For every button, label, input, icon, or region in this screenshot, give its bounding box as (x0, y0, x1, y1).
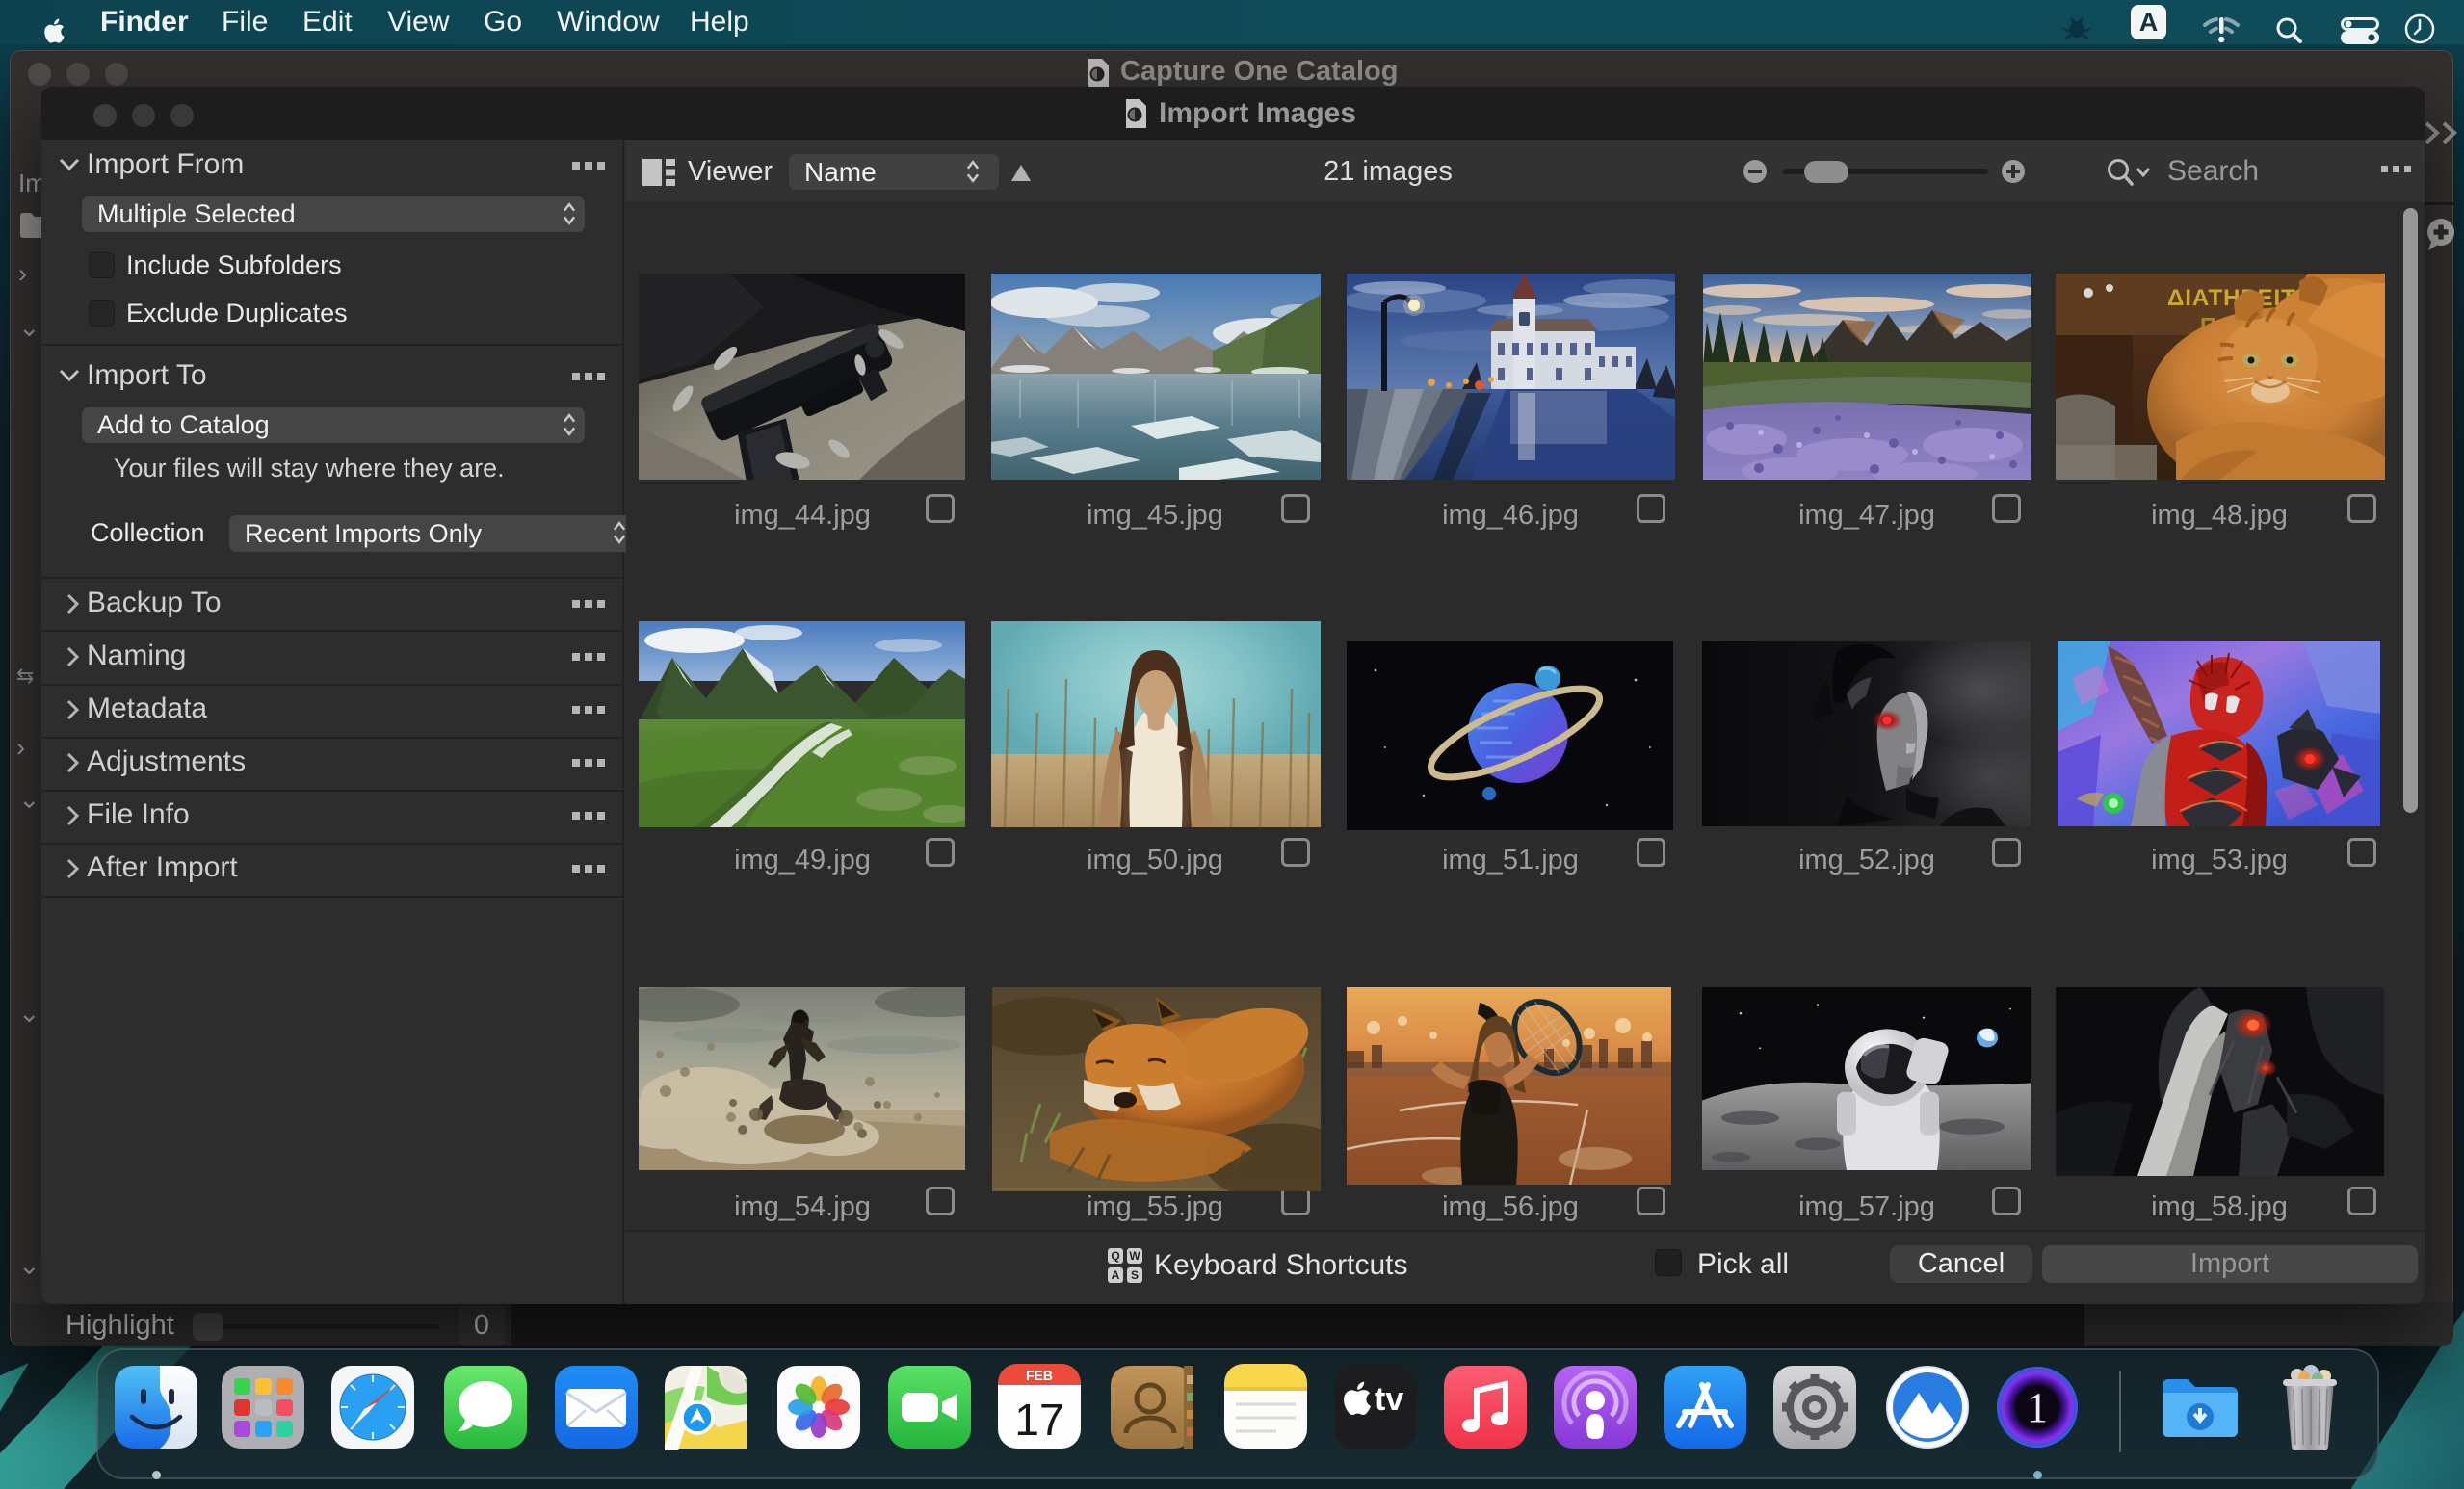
svg-text:W: W (1129, 1249, 1140, 1263)
svg-text:Q: Q (1111, 1249, 1119, 1263)
svg-text:tv: tv (1375, 1381, 1403, 1418)
svg-text:17: 17 (1014, 1395, 1063, 1445)
svg-text:S: S (1131, 1268, 1139, 1282)
svg-text:FEB: FEB (1026, 1368, 1053, 1383)
svg-text:1: 1 (2027, 1384, 2048, 1431)
svg-text:A: A (1112, 1268, 1120, 1282)
